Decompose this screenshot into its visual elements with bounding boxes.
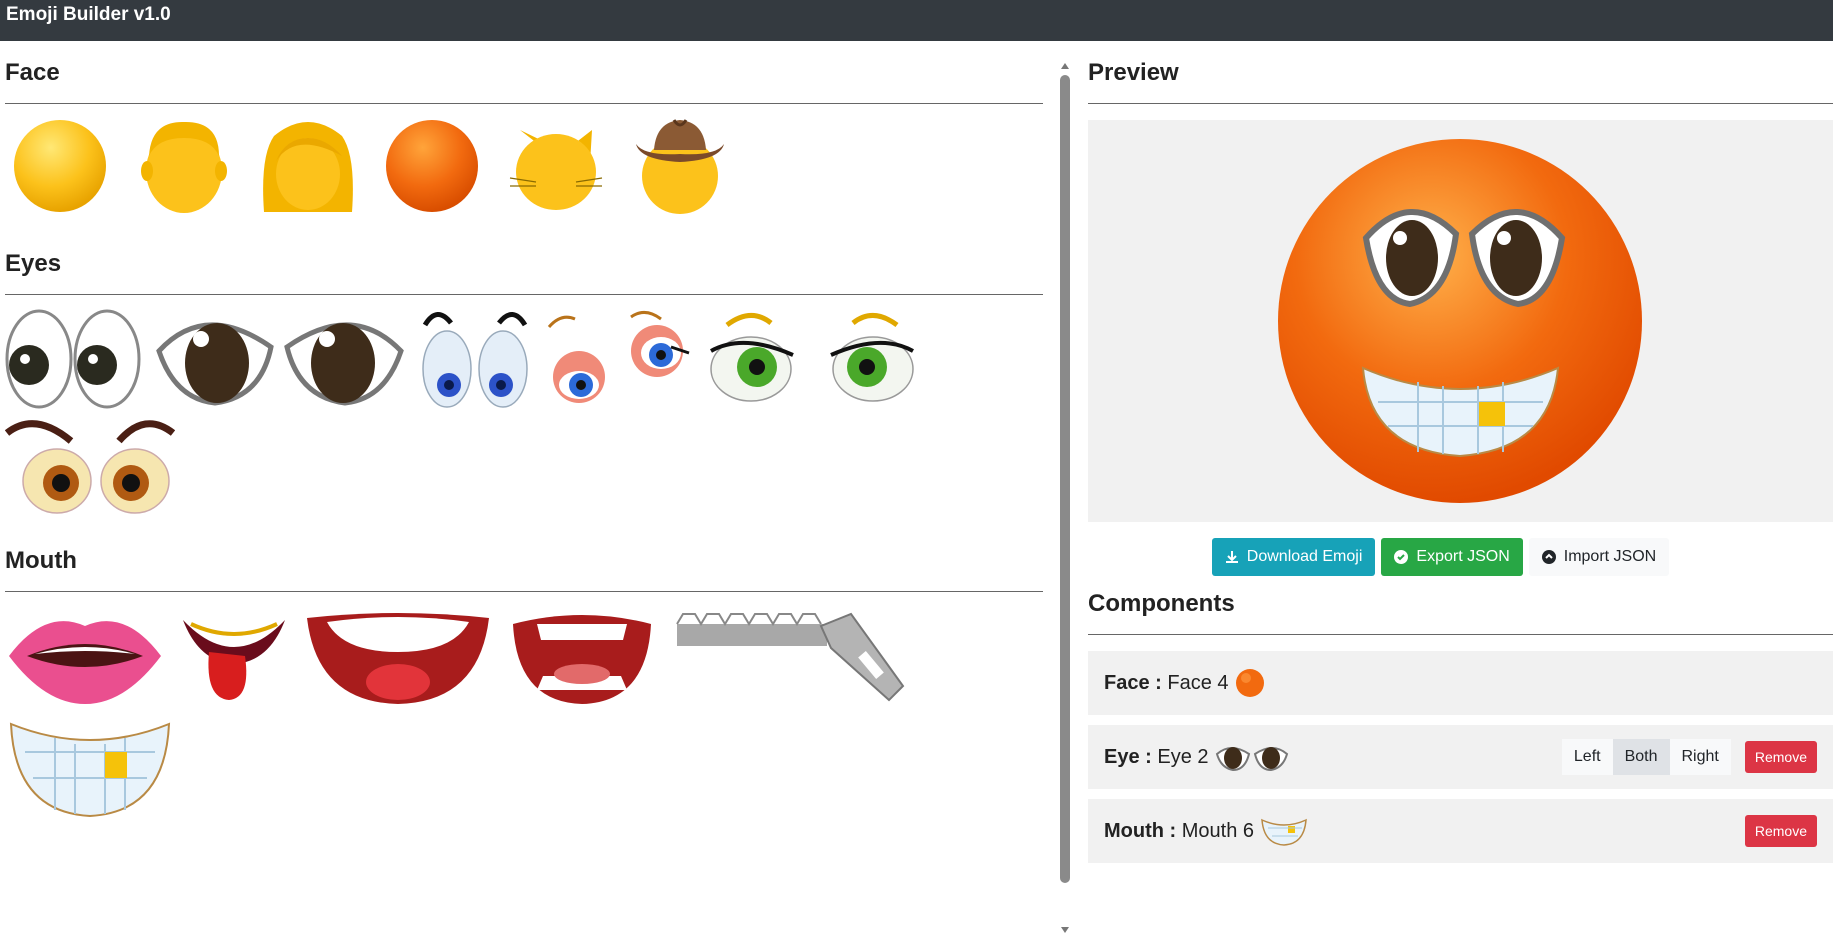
scroll-thumb[interactable] xyxy=(1060,75,1070,883)
mouth-thumbnail xyxy=(1260,816,1308,846)
preview-panel: Preview Download Emoji Export JSON Impor… xyxy=(1088,41,1833,945)
remove-mouth-button[interactable]: Remove xyxy=(1744,815,1817,847)
upload-circle-icon xyxy=(1541,550,1556,564)
eye-side-toggle: Left Both Right xyxy=(1561,739,1731,775)
mouth-option-3[interactable] xyxy=(303,604,493,708)
face-section-title: Face xyxy=(5,59,60,86)
components-divider xyxy=(1088,634,1833,635)
mouth-option-6[interactable] xyxy=(5,716,175,820)
eye-both-button[interactable]: Both xyxy=(1612,739,1670,775)
components-section-title: Components xyxy=(1088,590,1235,617)
mouth-gallery xyxy=(0,592,1000,820)
component-gallery-panel: Face Eyes Mouth xyxy=(0,41,1060,945)
face-gallery xyxy=(0,104,1060,216)
check-circle-icon xyxy=(1394,550,1409,564)
import-json-button[interactable]: Import JSON xyxy=(1528,538,1670,576)
preview-divider xyxy=(1088,103,1833,104)
eye-right-button[interactable]: Right xyxy=(1669,739,1731,775)
export-json-button[interactable]: Export JSON xyxy=(1381,538,1523,576)
component-eye-value: Eye 2 xyxy=(1157,745,1209,768)
mouth-option-2[interactable] xyxy=(179,604,289,708)
gallery-scrollbar[interactable] xyxy=(1056,59,1074,933)
eyes-section-title: Eyes xyxy=(5,250,62,277)
eye-option-4[interactable] xyxy=(545,307,693,411)
component-mouth-value: Mouth 6 xyxy=(1181,819,1255,842)
preview-section-title: Preview xyxy=(1088,59,1179,86)
component-row-mouth: Mouth : Mouth 6 Remove xyxy=(1088,799,1833,863)
component-face-key: Face : xyxy=(1104,671,1162,694)
eye-thumbnail xyxy=(1215,742,1289,772)
emoji-preview-image xyxy=(1278,139,1642,503)
face-thumbnail xyxy=(1235,668,1265,698)
face-option-1[interactable] xyxy=(5,116,115,216)
face-option-4[interactable] xyxy=(377,116,487,216)
app-title-bar: Emoji Builder v1.0 xyxy=(0,0,1833,41)
component-face-value: Face 4 xyxy=(1167,671,1229,694)
scroll-down-arrow-icon[interactable] xyxy=(1061,927,1069,933)
eye-option-5[interactable] xyxy=(707,307,917,411)
mouth-option-5[interactable] xyxy=(671,604,911,708)
eye-left-button[interactable]: Left xyxy=(1561,739,1613,775)
download-emoji-label: Download Emoji xyxy=(1246,548,1363,565)
face-option-6[interactable] xyxy=(625,116,735,216)
download-emoji-button[interactable]: Download Emoji xyxy=(1211,538,1376,576)
eye-option-2[interactable] xyxy=(155,307,405,411)
mouth-option-4[interactable] xyxy=(507,604,657,708)
face-option-3[interactable] xyxy=(253,116,363,216)
scroll-up-arrow-icon[interactable] xyxy=(1061,63,1069,69)
component-mouth-key: Mouth : xyxy=(1104,819,1177,842)
eye-option-3[interactable] xyxy=(419,307,531,411)
face-option-2[interactable] xyxy=(129,116,239,216)
eye-option-6[interactable] xyxy=(5,411,175,515)
mouth-section-title: Mouth xyxy=(5,547,77,574)
mouth-actions: Remove xyxy=(1744,799,1817,863)
face-option-5[interactable] xyxy=(501,116,611,216)
export-json-label: Export JSON xyxy=(1416,548,1510,565)
mouth-option-1[interactable] xyxy=(5,604,165,708)
remove-eye-button[interactable]: Remove xyxy=(1744,741,1817,773)
eye-actions: Left Both Right Remove xyxy=(1561,725,1817,789)
component-row-face: Face : Face 4 xyxy=(1088,651,1833,715)
component-eye-key: Eye : xyxy=(1104,745,1152,768)
emoji-preview-canvas xyxy=(1088,120,1833,522)
eye-option-1[interactable] xyxy=(5,307,141,411)
main-area: Face Eyes Mouth Preview Download Emoji E… xyxy=(0,41,1833,945)
app-title: Emoji Builder v1.0 xyxy=(6,4,171,25)
eyes-gallery xyxy=(0,295,1000,515)
import-json-label: Import JSON xyxy=(1563,548,1657,565)
component-row-eye: Eye : Eye 2 Left Both Right Remove xyxy=(1088,725,1833,789)
download-icon xyxy=(1225,550,1239,564)
preview-actions: Download Emoji Export JSON Import JSON xyxy=(1088,538,1833,576)
